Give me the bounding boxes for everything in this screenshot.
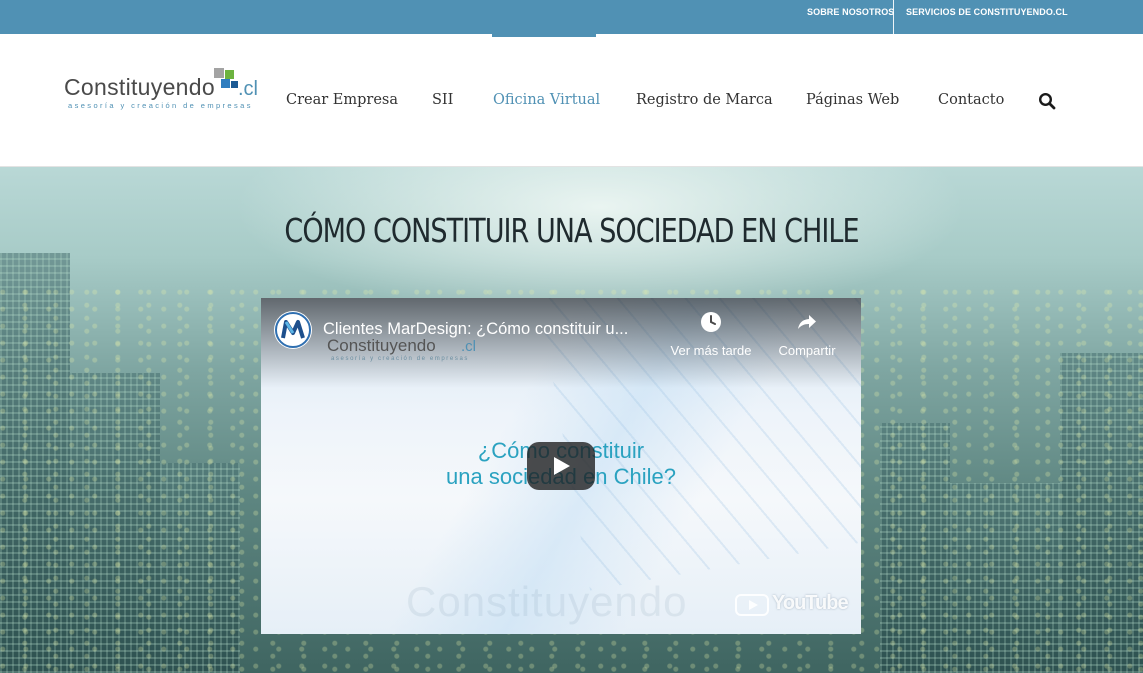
- youtube-video-embed[interactable]: Constituyendo .cl asesoría y creación de…: [261, 298, 861, 634]
- hero-section: CÓMO CONSTITUIR UNA SOCIEDAD EN CHILE Co…: [0, 167, 1143, 673]
- watch-later-label: Ver más tarde: [670, 343, 752, 358]
- nav-item-paginas-web[interactable]: Páginas Web: [806, 34, 899, 167]
- video-logo-tagline: asesoría y creación de empresas: [331, 356, 469, 362]
- logo-suffix: .cl: [238, 78, 258, 100]
- nav-item-registro-de-marca[interactable]: Registro de Marca: [636, 34, 773, 167]
- video-logo-name: Constituyendo: [327, 336, 436, 355]
- video-logo-suffix: .cl: [461, 338, 476, 355]
- top-link-servicios[interactable]: SERVICIOS DE CONSTITUYENDO.CL: [906, 0, 1068, 34]
- logo-tagline: asesoría y creación de empresas: [68, 101, 253, 110]
- watch-later-button[interactable]: Ver más tarde: [661, 310, 761, 358]
- youtube-logo-text: YouTube: [772, 592, 849, 614]
- logo-name: Constituyendo: [64, 74, 215, 100]
- site-logo[interactable]: Constituyendo .cl asesoría y creación de…: [64, 64, 264, 114]
- video-watermark: Constituyendo: [406, 578, 688, 625]
- nav-item-sii[interactable]: SII: [432, 34, 453, 167]
- share-label: Compartir: [778, 343, 836, 358]
- play-button[interactable]: [527, 442, 595, 490]
- channel-avatar[interactable]: [274, 311, 312, 349]
- nav-item-contacto[interactable]: Contacto: [938, 34, 1004, 167]
- nav-item-oficina-virtual[interactable]: Oficina Virtual: [493, 34, 600, 167]
- share-button[interactable]: Compartir: [757, 310, 857, 358]
- youtube-play-icon: [735, 594, 769, 616]
- top-utility-bar: SOBRE NOSOTROS SERVICIOS DE CONSTITUYEND…: [0, 0, 1143, 34]
- hero-title: CÓMO CONSTITUIR UNA SOCIEDAD EN CHILE: [284, 211, 859, 250]
- clock-icon: [701, 312, 721, 332]
- top-link-sobre-nosotros[interactable]: SOBRE NOSOTROS: [807, 0, 894, 34]
- share-arrow-icon: [798, 315, 816, 329]
- search-icon[interactable]: [1038, 92, 1056, 110]
- video-title[interactable]: Clientes MarDesign: ¿Cómo constituir u..…: [323, 320, 628, 339]
- site-header: Constituyendo .cl asesoría y creación de…: [0, 34, 1143, 167]
- youtube-logo[interactable]: YouTube: [735, 592, 849, 618]
- top-bar-divider: [893, 0, 894, 34]
- channel-logo-icon: [275, 312, 311, 348]
- nav-item-crear-empresa[interactable]: Crear Empresa: [286, 34, 398, 167]
